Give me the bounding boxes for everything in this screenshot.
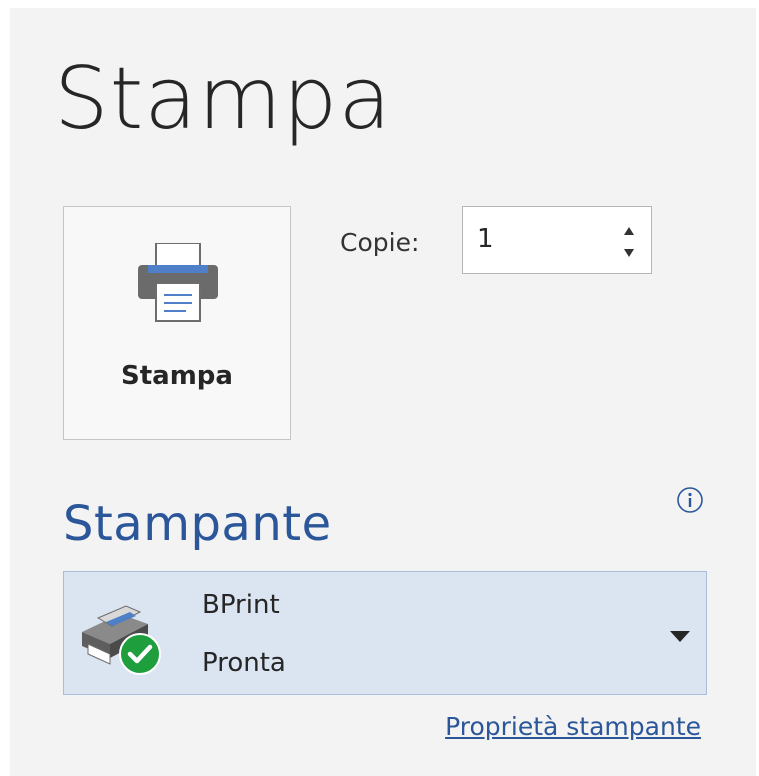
printer-dropdown[interactable]: BPrint Pronta bbox=[63, 571, 707, 695]
copies-stepper[interactable] bbox=[462, 206, 652, 274]
copies-input[interactable] bbox=[477, 221, 597, 257]
printer-icon bbox=[136, 242, 220, 327]
printer-name: BPrint bbox=[202, 590, 280, 620]
printer-status: Pronta bbox=[202, 648, 286, 678]
chevron-down-icon bbox=[670, 628, 690, 647]
printer-properties-link[interactable]: Proprietà stampante bbox=[445, 712, 701, 741]
print-button-label: Stampa bbox=[121, 361, 233, 391]
printer-ready-icon bbox=[78, 594, 164, 680]
info-icon[interactable] bbox=[676, 486, 704, 514]
spin-down-icon[interactable] bbox=[621, 245, 637, 259]
spin-up-icon[interactable] bbox=[621, 223, 637, 237]
printer-section-title: Stampante bbox=[63, 496, 332, 552]
page-title: Stampa bbox=[54, 49, 393, 149]
copies-label: Copie: bbox=[340, 228, 420, 257]
print-button[interactable]: Stampa bbox=[63, 206, 291, 440]
